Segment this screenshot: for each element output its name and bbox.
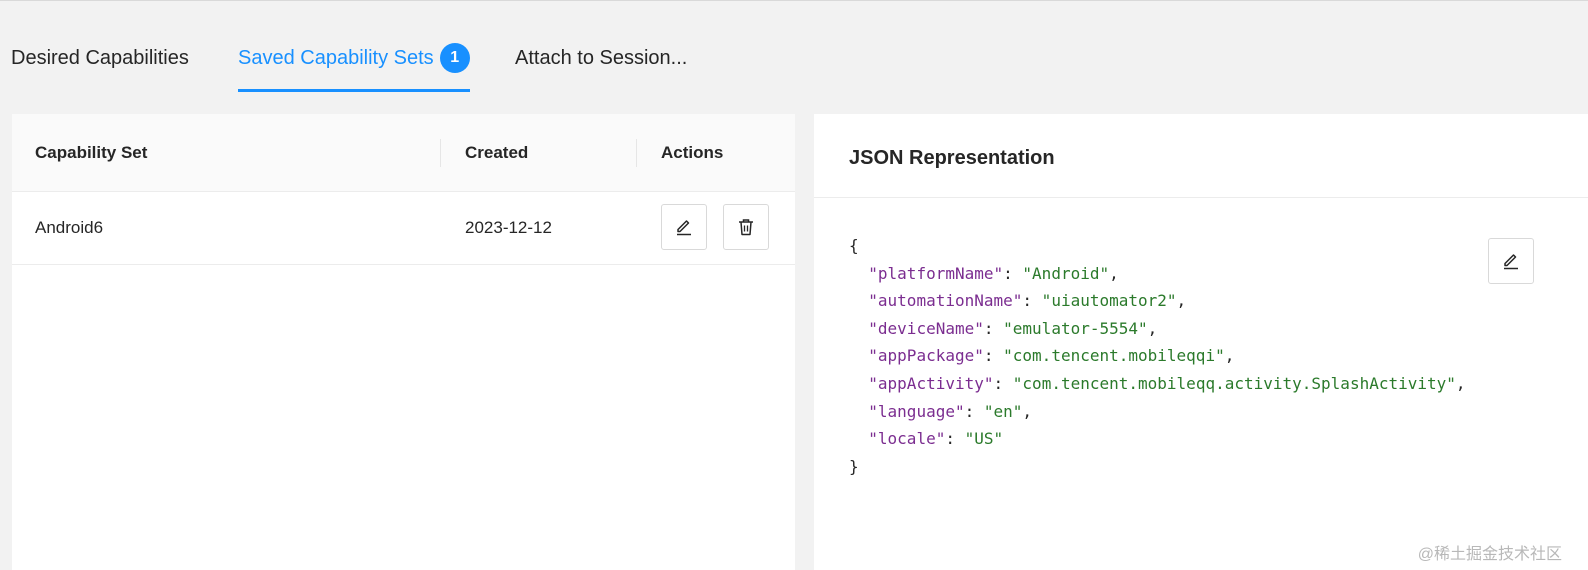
column-divider — [440, 139, 441, 167]
column-header-capability-set[interactable]: Capability Set — [35, 114, 147, 191]
edit-icon — [1504, 254, 1518, 270]
capability-set-name: Android6 — [35, 218, 104, 237]
json-value: emulator-5554 — [1012, 318, 1139, 338]
json-value: en — [993, 401, 1013, 421]
tab-desired-capabilities[interactable]: Desired Capabilities — [11, 40, 189, 92]
edit-icon — [677, 220, 691, 236]
json-value: uiautomator2 — [1051, 291, 1167, 311]
capability-sets-table: Capability Set Created Actions Android6 … — [12, 114, 795, 570]
created-date: 2023-12-12 — [465, 218, 552, 237]
json-line: "appPackage": "com.tencent.mobileqqi", — [868, 346, 1235, 366]
tab-label: Attach to Session... — [515, 47, 688, 69]
json-line: "platformName": "Android", — [868, 263, 1119, 283]
json-line: "automationName": "uiautomator2", — [868, 291, 1187, 311]
column-header-created[interactable]: Created — [465, 114, 528, 191]
json-key: language — [877, 401, 955, 421]
json-code: { "platformName": "Android", "automation… — [849, 232, 1466, 480]
watermark: @稀土掘金技术社区 — [1417, 546, 1562, 563]
json-line: "locale": "US" — [868, 429, 1004, 449]
json-line: "appActivity": "com.tencent.mobileqq.act… — [868, 373, 1466, 393]
table-header: Capability Set Created Actions — [12, 114, 795, 192]
count-badge: 1 — [439, 43, 470, 73]
json-value: com.tencent.mobileqqi — [1012, 346, 1216, 366]
json-key: locale — [877, 429, 936, 449]
delete-button[interactable] — [723, 204, 769, 250]
json-line: "language": "en", — [868, 401, 1033, 421]
edit-json-button[interactable] — [1488, 238, 1534, 284]
json-representation-panel: JSON Representation { "platformName": "A… — [814, 114, 1588, 570]
tab-label: Desired Capabilities — [11, 47, 189, 69]
json-value: Android — [1032, 263, 1100, 283]
column-header-actions: Actions — [661, 143, 724, 162]
edit-button[interactable] — [661, 204, 707, 250]
trash-icon — [739, 219, 753, 236]
json-key: automationName — [877, 291, 1013, 311]
json-key: appPackage — [877, 346, 975, 366]
column-divider — [636, 139, 637, 167]
json-key: platformName — [877, 263, 994, 283]
tab-attach-to-session[interactable]: Attach to Session... — [515, 40, 687, 92]
json-close-brace: } — [849, 456, 859, 476]
tab-saved-capability-sets[interactable]: Saved Capability Sets 1 — [238, 40, 470, 92]
json-line: "deviceName": "emulator-5554", — [868, 318, 1158, 338]
json-key: appActivity — [877, 373, 984, 393]
table-row[interactable]: Android6 2023-12-12 — [12, 192, 795, 265]
tab-bar: Desired Capabilities Saved Capability Se… — [0, 0, 1588, 92]
tab-label: Saved Capability Sets — [238, 47, 434, 69]
json-value: com.tencent.mobileqq.activity.SplashActi… — [1022, 373, 1447, 393]
panel-title: JSON Representation — [849, 147, 1055, 169]
json-value: US — [974, 429, 994, 449]
panel-header: JSON Representation — [814, 114, 1588, 198]
json-key: deviceName — [877, 318, 975, 338]
json-open-brace: { — [849, 236, 859, 255]
